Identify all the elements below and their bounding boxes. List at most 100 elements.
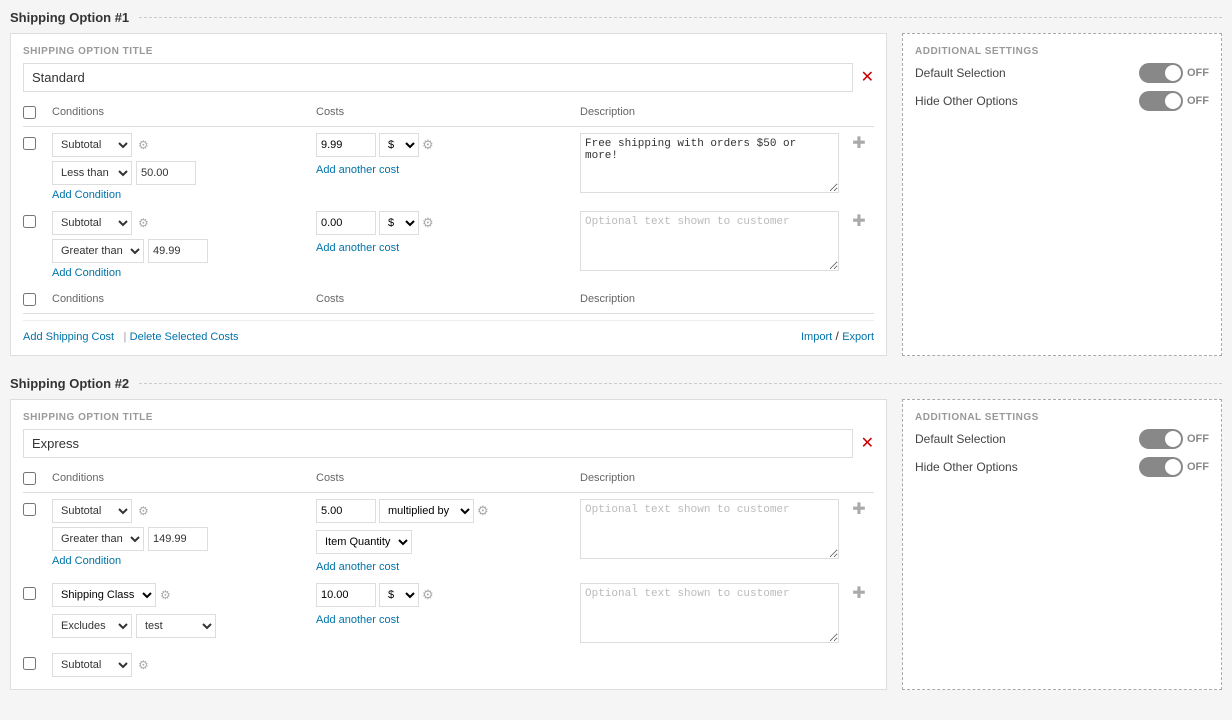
row2-add-another-cost-1[interactable]: Add another cost — [316, 242, 575, 254]
row2-gear-icon-1[interactable]: ⚙ — [138, 216, 149, 230]
row1-checkbox-2[interactable] — [23, 503, 36, 516]
empty-costs-1: Costs — [316, 293, 575, 309]
default-selection-toggle-2[interactable]: OFF — [1139, 429, 1209, 449]
footer-right-1: Import / Export — [801, 329, 874, 343]
row3-checkbox-2[interactable] — [23, 657, 36, 670]
delete-selected-costs-link-1[interactable]: Delete Selected Costs — [130, 331, 239, 343]
row1-add-another-cost-1[interactable]: Add another cost — [316, 164, 575, 176]
toggle2-label-1: OFF — [1187, 95, 1209, 107]
import-link-1[interactable]: Import — [801, 331, 832, 343]
row2-cost-unit-1[interactable]: $ — [379, 211, 419, 235]
shipping-option-1-title: Shipping Option #1 — [10, 10, 129, 25]
row2-cost-value-1[interactable] — [316, 211, 376, 235]
row2-condition-type-1[interactable]: Subtotal — [52, 211, 132, 235]
row2-cost-gear-1[interactable]: ⚙ — [422, 215, 434, 231]
main-panel-2: SHIPPING OPTION TITLE ✕ Conditions Costs… — [10, 399, 887, 690]
title-label-2: SHIPPING OPTION TITLE — [23, 412, 874, 423]
costs-header-2: Costs — [316, 472, 575, 488]
row2-condition-val-1[interactable] — [148, 239, 208, 263]
additional-settings-label-1: ADDITIONAL SETTINGS — [915, 46, 1209, 57]
default-selection-row-1: Default Selection OFF — [915, 63, 1209, 83]
row2-condition-val-select-2[interactable]: test — [136, 614, 216, 638]
hide-other-options-row-1: Hide Other Options OFF — [915, 91, 1209, 111]
default-selection-row-2: Default Selection OFF — [915, 429, 1209, 449]
row2-condition-type-2[interactable]: Shipping Class — [52, 583, 156, 607]
add-condition-link-row2-1[interactable]: Add Condition — [52, 267, 311, 279]
costs-header-1: Costs — [316, 106, 575, 122]
default-selection-toggle-1[interactable]: OFF — [1139, 63, 1209, 83]
shipping-option-2-title: Shipping Option #2 — [10, 376, 129, 391]
row1-cost-unit-1[interactable]: $ — [379, 133, 419, 157]
row2-checkbox-2[interactable] — [23, 587, 36, 600]
default-selection-label-2: Default Selection — [915, 432, 1006, 446]
row1-condition-op-2[interactable]: Greater than — [52, 527, 144, 551]
row2-cost-unit-2[interactable]: $ — [379, 583, 419, 607]
row1-condition-val-2[interactable] — [148, 527, 208, 551]
row1-condition-op-1[interactable]: Less than — [52, 161, 132, 185]
description-header-1: Description — [580, 106, 839, 122]
title-label-1: SHIPPING OPTION TITLE — [23, 46, 874, 57]
row1-cost-value-1[interactable] — [316, 133, 376, 157]
empty-conditions-1: Conditions — [52, 293, 311, 309]
row2-condition-op-2[interactable]: Excludes — [52, 614, 132, 638]
row1-cost-value-2[interactable] — [316, 499, 376, 523]
row3-gear-icon-2[interactable]: ⚙ — [138, 658, 149, 672]
shipping-title-input-1[interactable] — [23, 63, 853, 92]
add-condition-link-row1-2[interactable]: Add Condition — [52, 555, 311, 567]
row2-add-another-cost-2[interactable]: Add another cost — [316, 614, 575, 626]
toggle1-label-2: OFF — [1187, 433, 1209, 445]
shipping-option-1: Shipping Option #1 SHIPPING OPTION TITLE… — [10, 10, 1222, 356]
row2-cost-gear-2[interactable]: ⚙ — [422, 587, 434, 603]
check-all-2[interactable] — [23, 472, 36, 485]
toggle2-label-2: OFF — [1187, 461, 1209, 473]
empty-desc-1: Description — [580, 293, 839, 309]
row1-desc-2[interactable] — [580, 499, 839, 559]
main-panel-1: SHIPPING OPTION TITLE ✕ Conditions Costs… — [10, 33, 887, 356]
footer-separator-1: | — [123, 331, 126, 343]
empty-row-check-1[interactable] — [23, 293, 36, 306]
add-condition-link-row1-1[interactable]: Add Condition — [52, 189, 311, 201]
delete-option-2-button[interactable]: ✕ — [861, 436, 874, 452]
hide-other-options-toggle-1[interactable]: OFF — [1139, 91, 1209, 111]
hide-other-options-toggle-2[interactable]: OFF — [1139, 457, 1209, 477]
add-shipping-cost-link-1[interactable]: Add Shipping Cost — [23, 331, 114, 343]
row1-gear-icon-1[interactable]: ⚙ — [138, 138, 149, 152]
row1-desc-1[interactable]: Free shipping with orders $50 or more! — [580, 133, 839, 193]
row2-condition-op-1[interactable]: Greater than — [52, 239, 144, 263]
row3-condition-type-2[interactable]: Subtotal — [52, 653, 132, 677]
row1-gear-icon-2[interactable]: ⚙ — [138, 504, 149, 518]
additional-settings-2: ADDITIONAL SETTINGS Default Selection OF… — [902, 399, 1222, 690]
check-all-1[interactable] — [23, 106, 36, 119]
row1-drag-handle-2: ✚ — [844, 499, 874, 519]
row2-gear-icon-2[interactable]: ⚙ — [160, 588, 171, 602]
additional-settings-1: ADDITIONAL SETTINGS Default Selection OF… — [902, 33, 1222, 356]
check-all-col-1 — [23, 106, 47, 122]
footer-left-1: Add Shipping Cost | Delete Selected Cost… — [23, 329, 245, 343]
delete-option-1-button[interactable]: ✕ — [861, 70, 874, 86]
conditions-header-2: Conditions — [52, 472, 311, 488]
row1-cost-gear-1[interactable]: ⚙ — [422, 137, 434, 153]
row2-desc-2[interactable] — [580, 583, 839, 643]
dashed-divider-2 — [139, 383, 1222, 384]
default-selection-label-1: Default Selection — [915, 66, 1006, 80]
hide-other-options-label-1: Hide Other Options — [915, 94, 1018, 108]
shipping-option-2: Shipping Option #2 SHIPPING OPTION TITLE… — [10, 376, 1222, 690]
row1-checkbox-1[interactable] — [23, 137, 36, 150]
row1-add-another-cost-2[interactable]: Add another cost — [316, 561, 575, 573]
row2-checkbox-1[interactable] — [23, 215, 36, 228]
row1-condition-val-1[interactable] — [136, 161, 196, 185]
dashed-divider-1 — [139, 17, 1222, 18]
row1-condition-type-1[interactable]: Subtotal — [52, 133, 132, 157]
row1-cost-unit-2[interactable]: multiplied by — [379, 499, 474, 523]
hide-other-options-label-2: Hide Other Options — [915, 460, 1018, 474]
row2-desc-1[interactable] — [580, 211, 839, 271]
row2-cost-value-2[interactable] — [316, 583, 376, 607]
export-link-1[interactable]: Export — [842, 331, 874, 343]
row1-item-quantity-select-2[interactable]: Item Quantity — [316, 530, 412, 554]
row2-drag-handle-2: ✚ — [844, 583, 874, 603]
row1-cost-gear-2[interactable]: ⚙ — [477, 503, 489, 519]
additional-settings-label-2: ADDITIONAL SETTINGS — [915, 412, 1209, 423]
shipping-title-input-2[interactable] — [23, 429, 853, 458]
row1-condition-type-2[interactable]: Subtotal — [52, 499, 132, 523]
description-header-2: Description — [580, 472, 839, 488]
